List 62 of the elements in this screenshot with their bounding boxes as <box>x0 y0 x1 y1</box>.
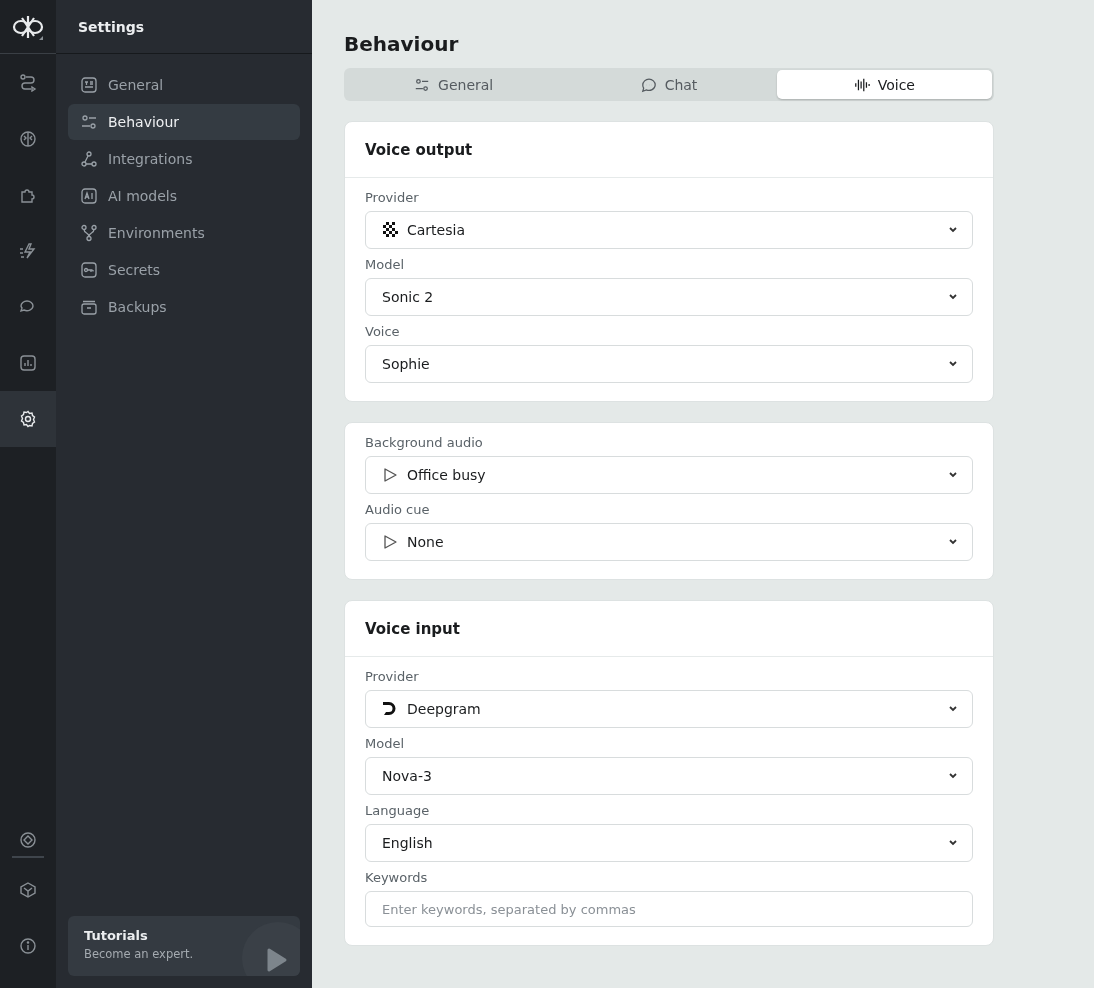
d-logo-icon <box>382 701 398 717</box>
tab[interactable]: Voice <box>776 70 992 99</box>
card-title: Voice output <box>365 140 473 159</box>
info-icon[interactable] <box>19 937 37 955</box>
branch-icon <box>80 224 98 242</box>
select-field[interactable]: Office busy <box>365 456 973 494</box>
chat-icon <box>640 76 657 93</box>
select-field[interactable]: Deepgram <box>365 690 973 728</box>
chevron-down-icon <box>948 705 958 713</box>
tutorial-title: Tutorials <box>84 928 149 943</box>
field-label: Language <box>365 803 431 818</box>
field-label: Provider <box>365 190 420 205</box>
select-field[interactable]: None <box>365 523 973 561</box>
sidebar-item[interactable]: Integrations <box>68 141 300 177</box>
select-field[interactable]: Sonic 2 <box>365 278 973 316</box>
play-icon[interactable] <box>382 467 398 483</box>
tutorial-subtitle: Become an expert. <box>84 947 195 961</box>
play-icon[interactable] <box>382 534 398 550</box>
select-field[interactable]: Cartesia <box>365 211 973 249</box>
chevron-down-icon <box>948 293 958 301</box>
sidebar-item[interactable]: Environments <box>68 215 300 251</box>
sidebar-item[interactable]: AI models <box>68 178 300 214</box>
play-icon[interactable] <box>242 922 300 976</box>
waveform-icon <box>853 76 870 93</box>
sidebar-item[interactable]: Behaviour <box>68 104 300 140</box>
select-field[interactable]: English <box>365 824 973 862</box>
field-label: Keywords <box>365 870 429 885</box>
field-label: Model <box>365 736 406 751</box>
field-label: Background audio <box>365 435 484 450</box>
archive-icon <box>80 298 98 316</box>
tab[interactable]: General <box>346 70 562 99</box>
text-card-icon <box>80 76 98 94</box>
sliders-icon <box>80 113 98 131</box>
tutorial-card[interactable]: Tutorials Become an expert. <box>68 916 300 976</box>
sidebar-title: Settings <box>78 18 145 35</box>
chevron-down-icon <box>948 772 958 780</box>
select-field[interactable]: Nova-3 <box>365 757 973 795</box>
chevron-down-icon <box>948 839 958 847</box>
page-title: Behaviour <box>344 32 460 56</box>
target-icon[interactable] <box>19 831 37 849</box>
nodes-icon <box>80 150 98 168</box>
settings-icon[interactable] <box>0 391 56 447</box>
chevron-down-icon <box>948 226 958 234</box>
select-field[interactable]: Sophie <box>365 345 973 383</box>
tab[interactable]: Chat <box>561 70 777 99</box>
card-title: Voice input <box>365 619 460 638</box>
chevron-down-icon <box>948 360 958 368</box>
sidebar-item[interactable]: Backups <box>68 289 300 325</box>
sidebar-item[interactable]: General <box>68 67 300 103</box>
keywords-input[interactable]: Enter keywords, separated by commas <box>365 891 973 927</box>
cube-icon[interactable] <box>19 881 37 899</box>
sidebar-item[interactable]: Secrets <box>68 252 300 288</box>
chevron-down-icon <box>948 538 958 546</box>
field-label: Voice <box>365 324 401 339</box>
field-label: Provider <box>365 669 420 684</box>
field-label: Audio cue <box>365 502 431 517</box>
key-icon <box>80 261 98 279</box>
chevron-down-icon <box>948 471 958 479</box>
sliders-icon <box>414 76 431 93</box>
field-label: Model <box>365 257 406 272</box>
ai-icon <box>80 187 98 205</box>
checker-logo-icon <box>382 222 398 238</box>
